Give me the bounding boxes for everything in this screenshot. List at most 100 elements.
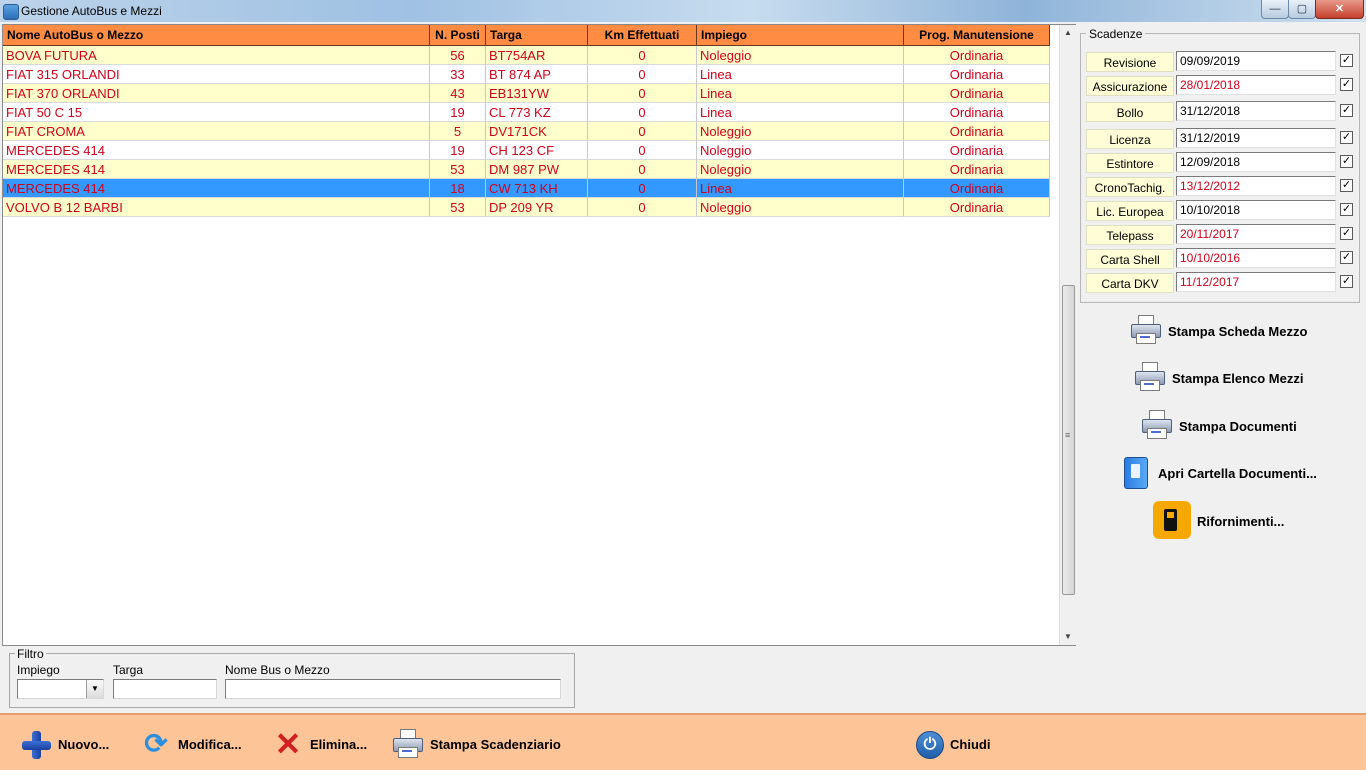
- scroll-up-arrow-icon[interactable]: ▲: [1060, 25, 1076, 41]
- cell-km[interactable]: 0: [588, 122, 697, 141]
- scadenza-label[interactable]: Assicurazione: [1086, 76, 1174, 96]
- column-header-posti[interactable]: N. Posti: [430, 25, 486, 46]
- scroll-down-arrow-icon[interactable]: ▼: [1060, 629, 1076, 645]
- column-header-targa[interactable]: Targa: [486, 25, 588, 46]
- scadenza-checkbox[interactable]: ✓: [1340, 54, 1353, 67]
- cell-posti[interactable]: 5: [430, 122, 486, 141]
- scadenza-checkbox[interactable]: ✓: [1340, 155, 1353, 168]
- scadenza-label[interactable]: Carta DKV: [1086, 273, 1174, 293]
- nuovo-button[interactable]: Nuovo...: [20, 729, 109, 759]
- cell-km[interactable]: 0: [588, 160, 697, 179]
- cell-impiego[interactable]: Noleggio: [697, 160, 904, 179]
- modifica-button[interactable]: ⟳ Modifica...: [140, 729, 241, 759]
- cell-posti[interactable]: 33: [430, 65, 486, 84]
- scadenza-label[interactable]: Estintore: [1086, 153, 1174, 173]
- minimize-button[interactable]: —: [1261, 0, 1289, 19]
- cell-prog[interactable]: Ordinaria: [904, 179, 1050, 198]
- rifornimenti-button[interactable]: Rifornimenti...: [1153, 501, 1284, 539]
- filter-impiego-select[interactable]: ▼: [17, 679, 104, 699]
- cell-name[interactable]: FIAT 50 C 15: [3, 103, 430, 122]
- cell-name[interactable]: MERCEDES 414: [3, 179, 430, 198]
- cell-posti[interactable]: 53: [430, 160, 486, 179]
- cell-prog[interactable]: Ordinaria: [904, 84, 1050, 103]
- cell-targa[interactable]: CH 123 CF: [486, 141, 588, 160]
- table-row[interactable]: VOLVO B 12 BARBI 53 DP 209 YR 0 Noleggio Ordi…: [3, 198, 1050, 217]
- scadenza-label[interactable]: Carta Shell: [1086, 249, 1174, 269]
- scadenza-date-field[interactable]: 28/01/2018: [1176, 75, 1336, 95]
- scadenza-date-field[interactable]: 31/12/2018: [1176, 101, 1336, 121]
- scadenza-checkbox[interactable]: ✓: [1340, 251, 1353, 264]
- cell-km[interactable]: 0: [588, 103, 697, 122]
- table-row[interactable]: BOVA FUTURA 56 BT754AR 0 Noleggio Ordinaria: [3, 46, 1050, 65]
- column-header-nome[interactable]: Nome AutoBus o Mezzo: [3, 25, 430, 46]
- scadenza-checkbox[interactable]: ✓: [1340, 203, 1353, 216]
- cell-prog[interactable]: Ordinaria: [904, 141, 1050, 160]
- cell-impiego[interactable]: Linea: [697, 179, 904, 198]
- scadenza-date-field[interactable]: 11/12/2017: [1176, 272, 1336, 292]
- scadenza-date-field[interactable]: 10/10/2018: [1176, 200, 1336, 220]
- scadenza-date-field[interactable]: 10/10/2016: [1176, 248, 1336, 268]
- cell-prog[interactable]: Ordinaria: [904, 122, 1050, 141]
- vehicles-grid[interactable]: Nome AutoBus o Mezzo N. Posti Targa Km E…: [2, 24, 1076, 646]
- cell-targa[interactable]: DV171CK: [486, 122, 588, 141]
- cell-impiego[interactable]: Noleggio: [697, 198, 904, 217]
- scadenza-label[interactable]: Bollo: [1086, 102, 1174, 122]
- cell-posti[interactable]: 53: [430, 198, 486, 217]
- scadenza-label[interactable]: Licenza: [1086, 129, 1174, 149]
- cell-km[interactable]: 0: [588, 141, 697, 160]
- stampa-elenco-mezzi-button[interactable]: Stampa Elenco Mezzi: [1134, 361, 1303, 395]
- scadenza-label[interactable]: Revisione: [1086, 52, 1174, 72]
- cell-km[interactable]: 0: [588, 46, 697, 65]
- cell-posti[interactable]: 19: [430, 103, 486, 122]
- cell-impiego[interactable]: Linea: [697, 84, 904, 103]
- close-window-button[interactable]: ✕: [1315, 0, 1364, 19]
- cell-targa[interactable]: DP 209 YR: [486, 198, 588, 217]
- cell-targa[interactable]: EB131YW: [486, 84, 588, 103]
- scadenza-checkbox[interactable]: ✓: [1340, 179, 1353, 192]
- table-row[interactable]: FIAT 50 C 15 19 CL 773 KZ 0 Linea Ordinaria: [3, 103, 1050, 122]
- cell-name[interactable]: FIAT 370 ORLANDI: [3, 84, 430, 103]
- cell-prog[interactable]: Ordinaria: [904, 160, 1050, 179]
- cell-name[interactable]: MERCEDES 414: [3, 141, 430, 160]
- scadenza-label[interactable]: CronoTachig.: [1086, 177, 1174, 197]
- table-row[interactable]: FIAT 370 ORLANDI 43 EB131YW 0 Linea Ordinaria: [3, 84, 1050, 103]
- vertical-scrollbar[interactable]: ▲ ≡ ▼: [1059, 25, 1076, 645]
- cell-impiego[interactable]: Noleggio: [697, 46, 904, 65]
- cell-impiego[interactable]: Noleggio: [697, 122, 904, 141]
- cell-prog[interactable]: Ordinaria: [904, 46, 1050, 65]
- cell-targa[interactable]: CW 713 KH: [486, 179, 588, 198]
- scadenza-checkbox[interactable]: ✓: [1340, 78, 1353, 91]
- cell-impiego[interactable]: Noleggio: [697, 141, 904, 160]
- scadenza-date-field[interactable]: 12/09/2018: [1176, 152, 1336, 172]
- filter-targa-input[interactable]: [113, 679, 217, 699]
- cell-prog[interactable]: Ordinaria: [904, 103, 1050, 122]
- cell-prog[interactable]: Ordinaria: [904, 65, 1050, 84]
- table-row[interactable]: FIAT CROMA 5 DV171CK 0 Noleggio Ordinaria: [3, 122, 1050, 141]
- scadenza-date-field[interactable]: 31/12/2019: [1176, 128, 1336, 148]
- stampa-scheda-mezzo-button[interactable]: Stampa Scheda Mezzo: [1130, 314, 1307, 348]
- scadenza-date-field[interactable]: 09/09/2019: [1176, 51, 1336, 71]
- elimina-button[interactable]: ✕ Elimina...: [272, 728, 367, 760]
- scadenza-date-field[interactable]: 13/12/2012: [1176, 176, 1336, 196]
- column-header-km[interactable]: Km Effettuati: [588, 25, 697, 46]
- cell-impiego[interactable]: Linea: [697, 103, 904, 122]
- cell-name[interactable]: BOVA FUTURA: [3, 46, 430, 65]
- cell-name[interactable]: MERCEDES 414: [3, 160, 430, 179]
- table-row[interactable]: MERCEDES 414 18 CW 713 KH 0 Linea Ordinaria: [3, 179, 1050, 198]
- stampa-scadenziario-button[interactable]: Stampa Scadenziario: [392, 729, 561, 759]
- cell-name[interactable]: FIAT CROMA: [3, 122, 430, 141]
- scadenza-label[interactable]: Telepass: [1086, 225, 1174, 245]
- cell-impiego[interactable]: Linea: [697, 65, 904, 84]
- column-header-impiego[interactable]: Impiego: [697, 25, 904, 46]
- cell-name[interactable]: VOLVO B 12 BARBI: [3, 198, 430, 217]
- cell-targa[interactable]: BT754AR: [486, 46, 588, 65]
- table-row[interactable]: MERCEDES 414 19 CH 123 CF 0 Noleggio Ordinari…: [3, 141, 1050, 160]
- scrollbar-thumb[interactable]: ≡: [1062, 285, 1075, 595]
- scadenza-date-field[interactable]: 20/11/2017: [1176, 224, 1336, 244]
- scadenza-label[interactable]: Lic. Europea: [1086, 201, 1174, 221]
- maximize-button[interactable]: ▢: [1288, 0, 1316, 19]
- cell-targa[interactable]: BT 874 AP: [486, 65, 588, 84]
- cell-km[interactable]: 0: [588, 65, 697, 84]
- table-row[interactable]: FIAT 315 ORLANDI 33 BT 874 AP 0 Linea Ordinar…: [3, 65, 1050, 84]
- cell-posti[interactable]: 19: [430, 141, 486, 160]
